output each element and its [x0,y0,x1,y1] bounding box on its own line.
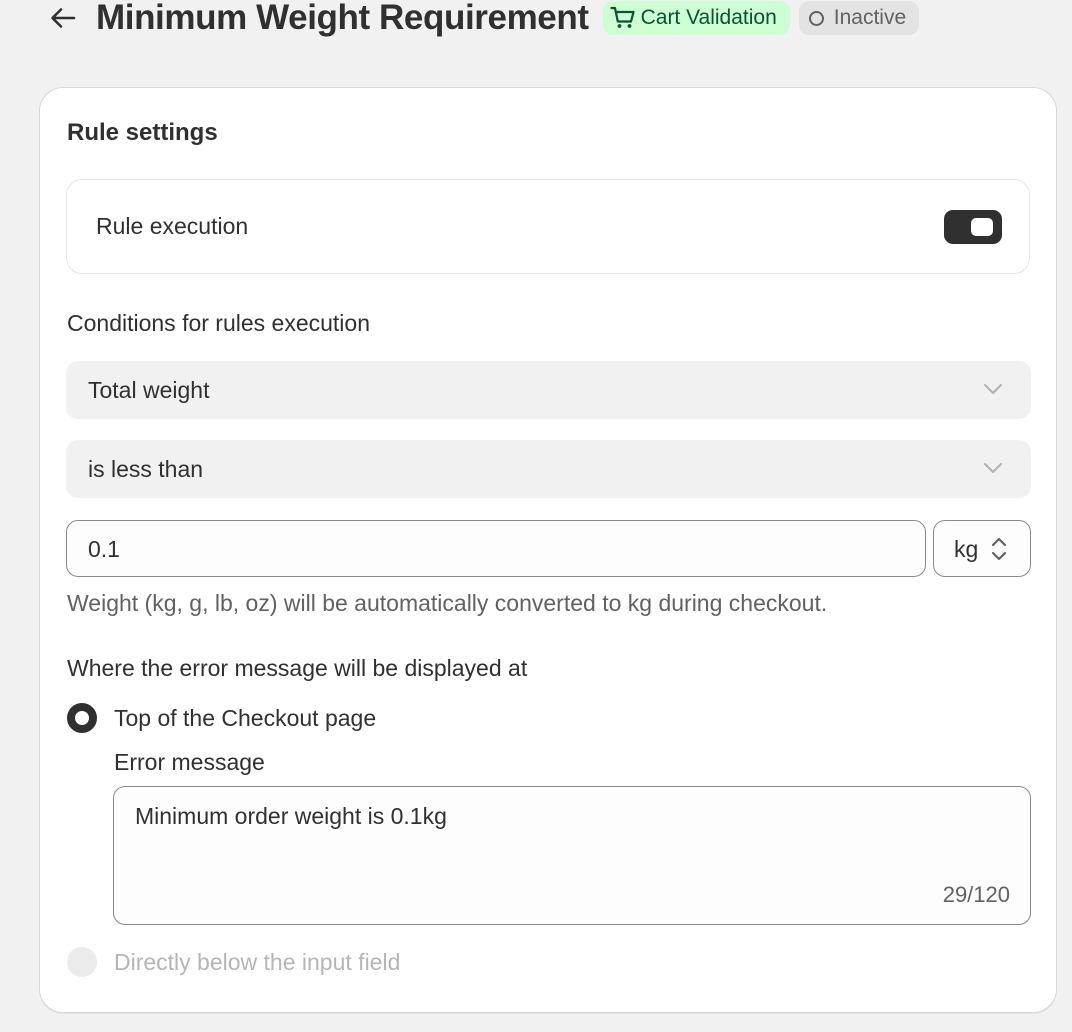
rule-execution-toggle[interactable] [944,210,1002,244]
weight-value-input[interactable]: 0.1 [66,520,926,577]
page-title: Minimum Weight Requirement [96,0,589,37]
rule-settings-card: Rule settings Rule execution Conditions … [39,87,1057,1013]
weight-help-text: Weight (kg, g, lb, oz) will be automatic… [67,590,828,616]
arrow-left-icon [51,8,76,28]
rule-execution-box: Rule execution [66,179,1030,274]
char-count: 29/120 [942,882,1010,907]
type-badge: Cart Validation [602,1,790,35]
error-display-label: Where the error message will be displaye… [67,655,528,681]
condition-field-select[interactable]: Total weight [66,361,1031,419]
chevron-down-icon [983,382,1003,396]
card-title: Rule settings [67,119,218,146]
conditions-label: Conditions for rules execution [67,310,370,336]
error-message-value: Minimum order weight is 0.1kg [135,803,447,829]
toggle-knob [971,218,993,236]
condition-field-value: Total weight [88,377,210,403]
radio-checked[interactable] [67,703,97,733]
weight-unit-value: kg [954,536,979,562]
radio-option-label: Top of the Checkout page [114,704,377,731]
condition-operator-value: is less than [88,456,204,482]
radio-option-label: Directly below the input field [114,948,401,975]
chevron-down-icon [983,461,1003,475]
status-badge: Inactive [798,1,920,35]
status-badge-label: Inactive [833,6,907,29]
error-message-textarea[interactable]: Minimum order weight is 0.1kg 29/120 [113,786,1031,925]
condition-operator-select[interactable]: is less than [66,440,1031,498]
radio-option-top-of-checkout[interactable]: Top of the Checkout page [67,703,376,733]
rule-execution-label: Rule execution [96,213,249,239]
circle-outline-icon [808,10,824,26]
cart-icon [609,6,636,30]
select-arrows-icon [990,535,1008,563]
weight-unit-select[interactable]: kg [933,520,1031,577]
radio-disabled [67,947,97,977]
type-badge-label: Cart Validation [640,6,777,29]
weight-value: 0.1 [88,536,120,562]
back-button[interactable] [48,3,78,33]
radio-option-below-input: Directly below the input field [67,947,400,977]
error-message-label: Error message [114,749,265,775]
page-header: Minimum Weight Requirement Cart Validati… [48,0,928,37]
